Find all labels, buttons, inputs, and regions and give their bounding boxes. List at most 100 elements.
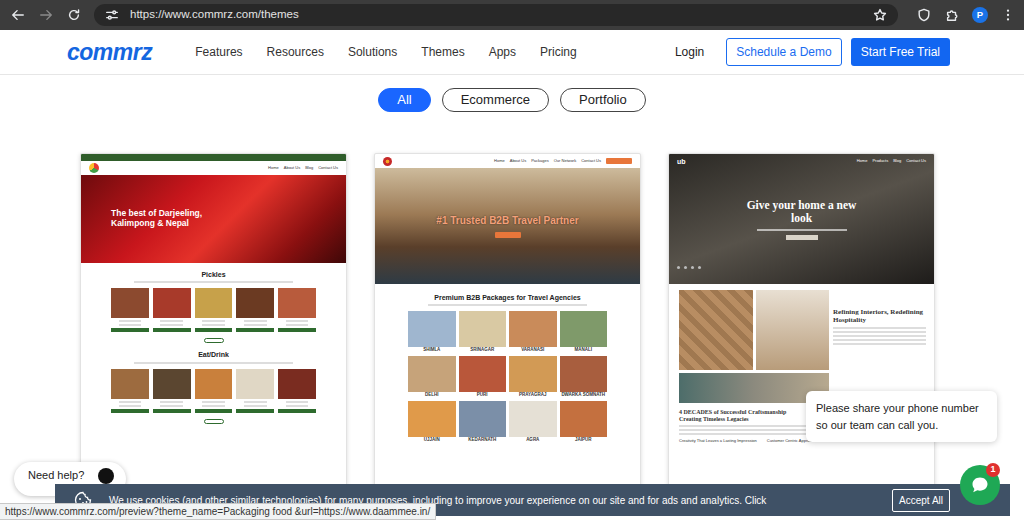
product-tile[interactable] [236,369,274,413]
preview-nav-link[interactable]: Blog [305,166,313,170]
preview-nav-link[interactable]: Contact Us [906,159,926,163]
section-title: Refining Interiors, Redefining Hospitali… [833,308,926,325]
help-icon[interactable] [98,468,114,484]
add-to-cart-button[interactable] [111,328,149,332]
preview-nav-link[interactable]: Home [857,159,868,163]
package-tile[interactable]: PURI [459,356,507,401]
product-tile[interactable] [153,369,191,413]
preview-nav-link[interactable]: About Us [510,159,526,163]
package-label: PRAYAGRAJ [509,393,557,398]
product-tile[interactable] [111,369,149,413]
preview-nav-link[interactable]: Home [494,159,505,163]
brand-logo[interactable]: ub [677,158,686,165]
package-tile[interactable]: AGRA [509,401,557,446]
menu-item[interactable]: Resources [267,43,324,61]
commrz-logo[interactable]: commrz [67,41,152,64]
menu-item[interactable]: Solutions [348,43,397,61]
package-tile[interactable]: JAIPUR [560,401,608,446]
preview-nav-link[interactable]: Packages [531,159,549,163]
add-to-cart-button[interactable] [195,409,233,413]
chat-prompt: Please share your phone number so our te… [806,391,997,442]
package-tile[interactable]: VARANASI [509,311,557,356]
package-label: DELHI [408,393,456,398]
preview-nav-link[interactable]: Contact Us [581,159,601,163]
hero-banner: #1 Trusted B2B Travel Partner [375,168,640,284]
add-to-cart-button[interactable] [236,328,274,332]
preview-nav-link[interactable]: Home [268,166,279,170]
add-to-cart-button[interactable] [111,409,149,413]
schedule-demo-button[interactable]: Schedule a Demo [726,38,841,66]
login-link[interactable]: Login [675,43,704,61]
bookmark-star-icon[interactable] [870,5,890,25]
feature-item: Creativity That Leaves a Lasting Impress… [679,439,757,443]
product-tile[interactable] [278,288,316,332]
url-text[interactable]: https://www.commrz.com/themes [130,6,862,23]
add-to-cart-button[interactable] [236,409,274,413]
shield-icon[interactable] [914,5,934,25]
add-to-cart-button[interactable] [153,328,191,332]
preview-nav-link[interactable]: Products [872,159,888,163]
product-tile[interactable] [111,288,149,332]
theme-card[interactable]: Home About Us Blog Contact Us The best of Da… [80,153,347,493]
extensions-icon[interactable] [942,5,962,25]
filter-pill[interactable]: Portfolio [560,88,646,112]
menu-item[interactable]: Features [195,43,242,61]
profile-avatar[interactable]: P [972,7,988,23]
help-label[interactable]: Need help? [28,469,84,481]
menu-icon[interactable] [998,5,1018,25]
chat-badge: 1 [986,463,1000,477]
product-tile[interactable] [195,369,233,413]
package-tile[interactable]: DELHI [408,356,456,401]
add-to-cart-button[interactable] [278,328,316,332]
accept-all-button[interactable]: Accept All [892,489,950,512]
slider-dots [677,266,926,269]
section-title: 4 DECADES of Successful Craftsmanship Cr… [679,409,809,423]
address-bar[interactable]: https://www.commrz.com/themes [94,4,898,26]
hero-banner: ubHomeProductsBlogContact UsGive your ho… [669,154,934,284]
free-trial-button[interactable]: Start Free Trial [851,38,950,66]
view-all-button[interactable] [204,338,224,343]
preview-nav: Home About Us Packages Our Network Contact U… [375,154,640,168]
product-tile[interactable] [236,288,274,332]
product-row [81,369,346,413]
package-label: PURI [459,393,507,398]
preview-nav-link[interactable]: Our Network [554,159,576,163]
filter-pill[interactable]: Ecommerce [442,88,549,112]
package-tile[interactable]: UJJAIN [408,401,456,446]
hero-button[interactable] [495,232,521,238]
enquiry-button[interactable] [606,158,632,164]
add-to-cart-button[interactable] [278,409,316,413]
package-tile[interactable]: MANALI [560,311,608,356]
package-tile[interactable]: DWARKA SOMNATH [560,356,608,401]
preview-nav-link[interactable]: Blog [893,159,901,163]
site-info-icon[interactable] [102,5,122,25]
menu-item[interactable]: Pricing [540,43,577,61]
package-tile[interactable]: SHIMLA [408,311,456,356]
package-tile[interactable]: SRINAGAR [459,311,507,356]
package-tile[interactable]: KEDARNATH [459,401,507,446]
hero-button[interactable] [786,235,818,240]
filter-pill[interactable]: All [378,88,430,112]
section-title: Pickles [81,271,346,279]
add-to-cart-button[interactable] [195,328,233,332]
menu-item[interactable]: Apps [489,43,516,61]
preview-nav-link[interactable]: About Us [284,166,300,170]
theme-card[interactable]: Home About Us Packages Our Network Contact U… [374,153,641,493]
hero-title: The best of Darjeeling, Kalimpong & Nepa… [111,209,223,229]
forward-icon[interactable] [36,5,56,25]
back-icon[interactable] [8,5,28,25]
menu-item[interactable]: Themes [421,43,464,61]
product-tile[interactable] [195,288,233,332]
package-label: SHIMLA [408,348,456,353]
package-tile[interactable]: PRAYAGRAJ [509,356,557,401]
view-all-button[interactable] [204,419,224,424]
add-to-cart-button[interactable] [153,409,191,413]
theme-card[interactable]: ubHomeProductsBlogContact UsGive your ho… [668,153,935,493]
product-tile[interactable] [153,288,191,332]
brand-logo-icon [89,163,99,173]
preview-nav: Home About Us Blog Contact Us [81,161,346,175]
preview-nav-link[interactable]: Contact Us [318,166,338,170]
reload-icon[interactable] [64,5,84,25]
package-label: KEDARNATH [459,438,507,443]
product-tile[interactable] [278,369,316,413]
